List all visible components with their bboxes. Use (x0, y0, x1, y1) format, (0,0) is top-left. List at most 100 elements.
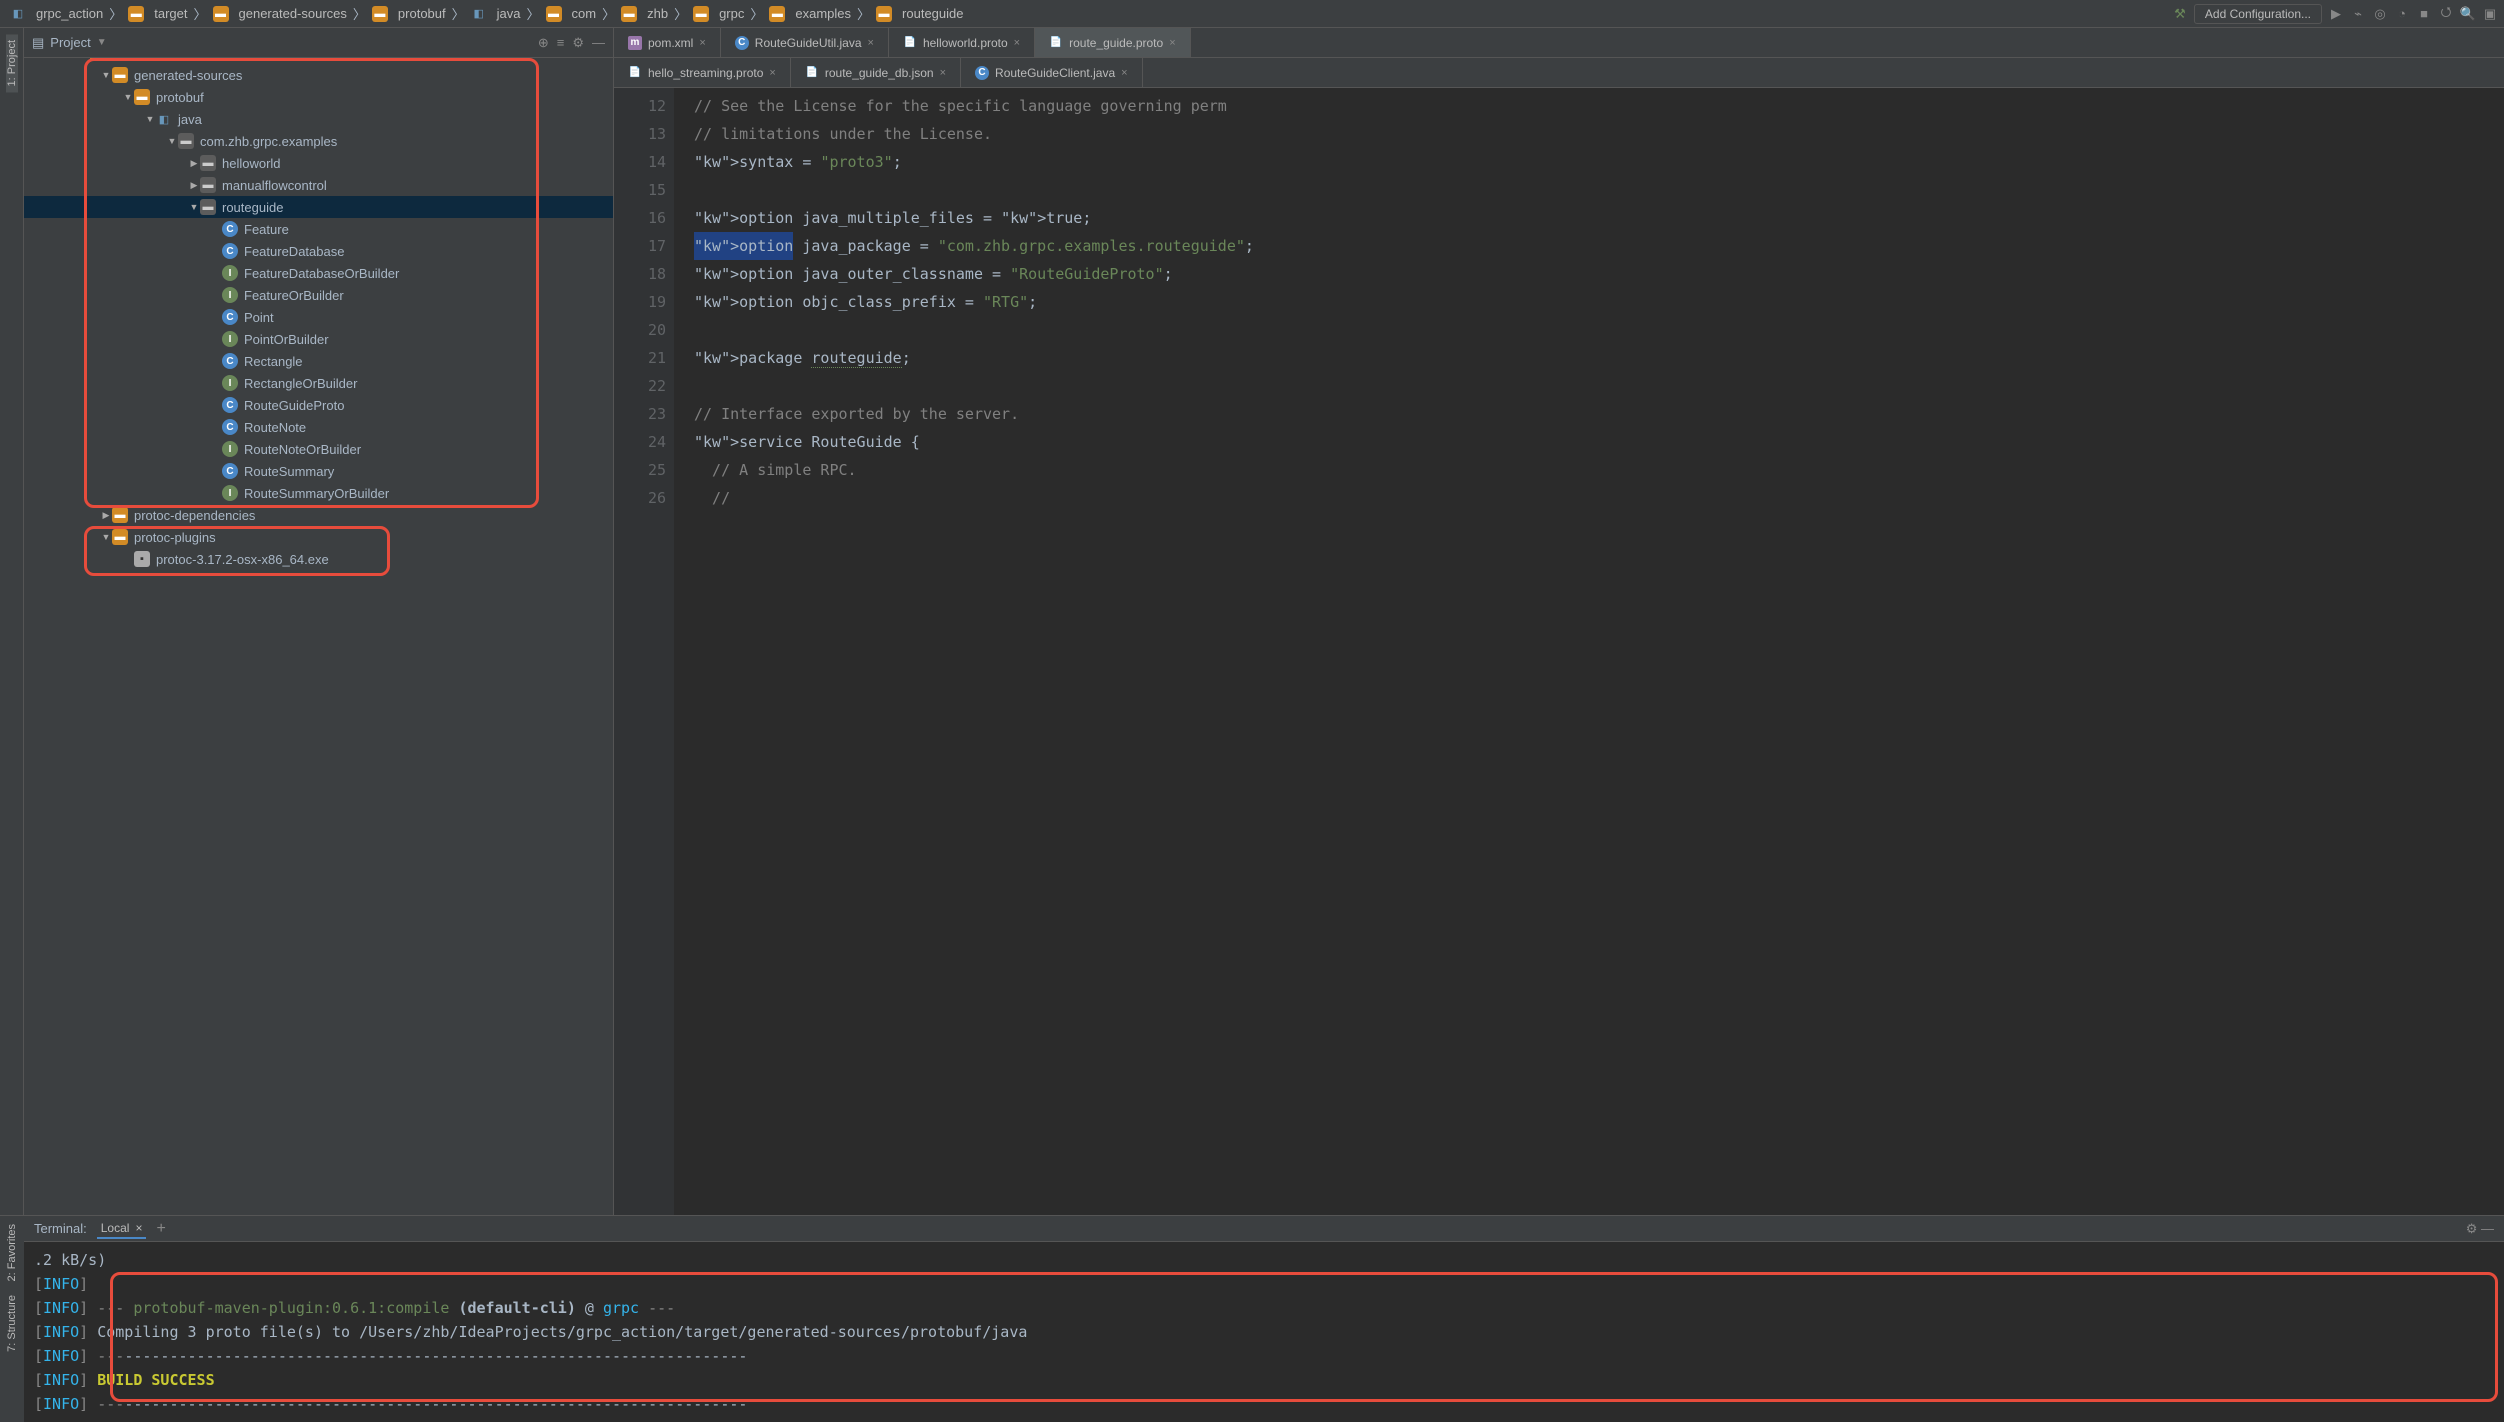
locate-icon[interactable]: ⊕ (538, 35, 549, 51)
cls-i-icon: I (222, 485, 238, 501)
tree-item[interactable]: CFeature (24, 218, 613, 240)
mod-icon: ◧ (156, 111, 172, 127)
folder-icon: ▬ (621, 6, 637, 22)
vcs-icon[interactable]: ⭯ (2438, 6, 2454, 22)
collapse-icon[interactable]: — (592, 35, 605, 51)
pkg-icon: ▬ (178, 133, 194, 149)
file-icon: 📄 (903, 36, 917, 50)
breadcrumb-item[interactable]: ▬target (124, 4, 191, 24)
tree-item[interactable]: ▼▬com.zhb.grpc.examples (24, 130, 613, 152)
hammer-icon[interactable]: ⚒ (2172, 6, 2188, 22)
code-editor[interactable]: // See the License for the specific lang… (674, 88, 2504, 1215)
breadcrumb-item[interactable]: ▬grpc (689, 4, 748, 24)
breadcrumb-item[interactable]: ▬com (542, 4, 601, 24)
structure-tool-tab[interactable]: 7: Structure (6, 1291, 18, 1356)
terminal-panel: 2: Favorites 7: Structure Terminal: Loca… (0, 1215, 2504, 1422)
tree-item[interactable]: IFeatureOrBuilder (24, 284, 613, 306)
breadcrumb-item[interactable]: ▬generated-sources (209, 4, 351, 24)
folder-icon: ▬ (134, 89, 150, 105)
cls-c-icon: C (222, 221, 238, 237)
close-icon[interactable]: × (699, 37, 705, 49)
tree-item[interactable]: ▼▬routeguide (24, 196, 613, 218)
tree-item[interactable]: CRouteGuideProto (24, 394, 613, 416)
breadcrumb-item[interactable]: ▬zhb (617, 4, 672, 24)
tree-item[interactable]: ▼▬generated-sources (24, 64, 613, 86)
tree-item[interactable]: ▶▬manualflowcontrol (24, 174, 613, 196)
settings-icon[interactable]: ▣ (2482, 6, 2498, 22)
project-tree[interactable]: ▬target▼▬generated-sources▼▬protobuf▼◧ja… (24, 58, 613, 1215)
terminal-add-tab[interactable]: + (156, 1220, 165, 1238)
editor-tab[interactable]: mpom.xml× (614, 28, 721, 57)
tree-item[interactable]: ▶▬helloworld (24, 152, 613, 174)
cls-i-icon: I (222, 331, 238, 347)
close-icon[interactable]: × (1121, 67, 1127, 79)
line-gutter: 121314151617181920212223242526 (614, 88, 674, 1215)
editor-tab[interactable]: 📄helloworld.proto× (889, 28, 1035, 57)
stop-icon[interactable]: ■ (2416, 6, 2432, 22)
editor-tab[interactable]: 📄route_guide.proto× (1035, 28, 1191, 57)
terminal-settings-icon[interactable]: ⚙ — (2466, 1221, 2494, 1237)
terminal-tab-local[interactable]: Local× (97, 1219, 147, 1239)
folder-icon: ▬ (546, 6, 562, 22)
favorites-tool-tab[interactable]: 2: Favorites (6, 1220, 18, 1285)
tree-item[interactable]: ▪protoc-3.17.2-osx-x86_64.exe (24, 548, 613, 570)
editor-tabs-row-2: 📄hello_streaming.proto×📄route_guide_db.j… (614, 58, 2504, 88)
folder-icon: ▬ (693, 6, 709, 22)
folder-icon: ◧ (471, 6, 487, 22)
maven-icon: m (628, 36, 642, 50)
editor-tab[interactable]: 📄hello_streaming.proto× (614, 58, 791, 87)
tree-item[interactable]: IPointOrBuilder (24, 328, 613, 350)
editor-tabs-row-1: mpom.xml×CRouteGuideUtil.java×📄helloworl… (614, 28, 2504, 58)
tree-item[interactable]: IRouteSummaryOrBuilder (24, 482, 613, 504)
expand-icon[interactable]: ≡ (557, 35, 565, 51)
tree-item[interactable]: IRouteNoteOrBuilder (24, 438, 613, 460)
gear-icon[interactable]: ⚙ (572, 35, 584, 51)
tree-item[interactable]: CRectangle (24, 350, 613, 372)
cls-c-icon: C (222, 353, 238, 369)
folder-icon: ▬ (112, 529, 128, 545)
coverage-icon[interactable]: ◎ (2372, 6, 2388, 22)
tree-item[interactable]: CRouteNote (24, 416, 613, 438)
editor-tab[interactable]: 📄route_guide_db.json× (791, 58, 961, 87)
project-tool-tab[interactable]: 1: Project (6, 34, 18, 92)
tree-item[interactable]: CPoint (24, 306, 613, 328)
cls-c-icon: C (222, 419, 238, 435)
editor-tab[interactable]: CRouteGuideClient.java× (961, 58, 1143, 87)
tree-item[interactable]: ▶▬protoc-dependencies (24, 504, 613, 526)
breadcrumb-item[interactable]: ◧java (467, 4, 525, 24)
pkg-icon: ▬ (200, 177, 216, 193)
chevron-down-icon[interactable]: ▼ (97, 37, 107, 48)
tree-item[interactable]: CFeatureDatabase (24, 240, 613, 262)
breadcrumb-item[interactable]: ◧grpc_action (6, 4, 107, 24)
cls-i-icon: I (222, 265, 238, 281)
breadcrumb-item[interactable]: ▬routeguide (872, 4, 967, 24)
terminal-output[interactable]: .2 kB/s)[INFO][INFO] --- protobuf-maven-… (24, 1242, 2504, 1422)
tree-item[interactable]: ▼◧java (24, 108, 613, 130)
add-configuration-button[interactable]: Add Configuration... (2194, 4, 2322, 24)
run-icon[interactable]: ▶ (2328, 6, 2344, 22)
close-icon[interactable]: × (940, 67, 946, 79)
close-icon[interactable]: × (868, 37, 874, 49)
tree-item[interactable]: ▼▬protoc-plugins (24, 526, 613, 548)
close-icon[interactable]: × (1169, 37, 1175, 49)
tree-item[interactable]: IRectangleOrBuilder (24, 372, 613, 394)
search-icon[interactable]: 🔍 (2460, 6, 2476, 22)
left-tool-gutter: 1: Project (0, 28, 24, 1215)
tree-item[interactable]: IFeatureDatabaseOrBuilder (24, 262, 613, 284)
folder-icon: ▬ (112, 67, 128, 83)
cls-c-icon: C (222, 463, 238, 479)
tree-item[interactable]: CRouteSummary (24, 460, 613, 482)
folder-icon: ▬ (213, 6, 229, 22)
debug-icon[interactable]: ⌁ (2350, 6, 2366, 22)
breadcrumb-item[interactable]: ▬protobuf (368, 4, 450, 24)
pkg-icon: ▬ (200, 155, 216, 171)
close-icon[interactable]: × (1014, 37, 1020, 49)
profile-icon[interactable]: ◔ (2394, 6, 2410, 22)
tree-item[interactable]: ▼▬protobuf (24, 86, 613, 108)
breadcrumb-item[interactable]: ▬examples (765, 4, 855, 24)
editor-tab[interactable]: CRouteGuideUtil.java× (721, 28, 889, 57)
project-panel-title: Project (50, 35, 90, 50)
close-icon[interactable]: × (769, 67, 775, 79)
close-icon[interactable]: × (135, 1221, 142, 1235)
top-toolbar: ◧grpc_action〉▬target〉▬generated-sources〉… (0, 0, 2504, 28)
